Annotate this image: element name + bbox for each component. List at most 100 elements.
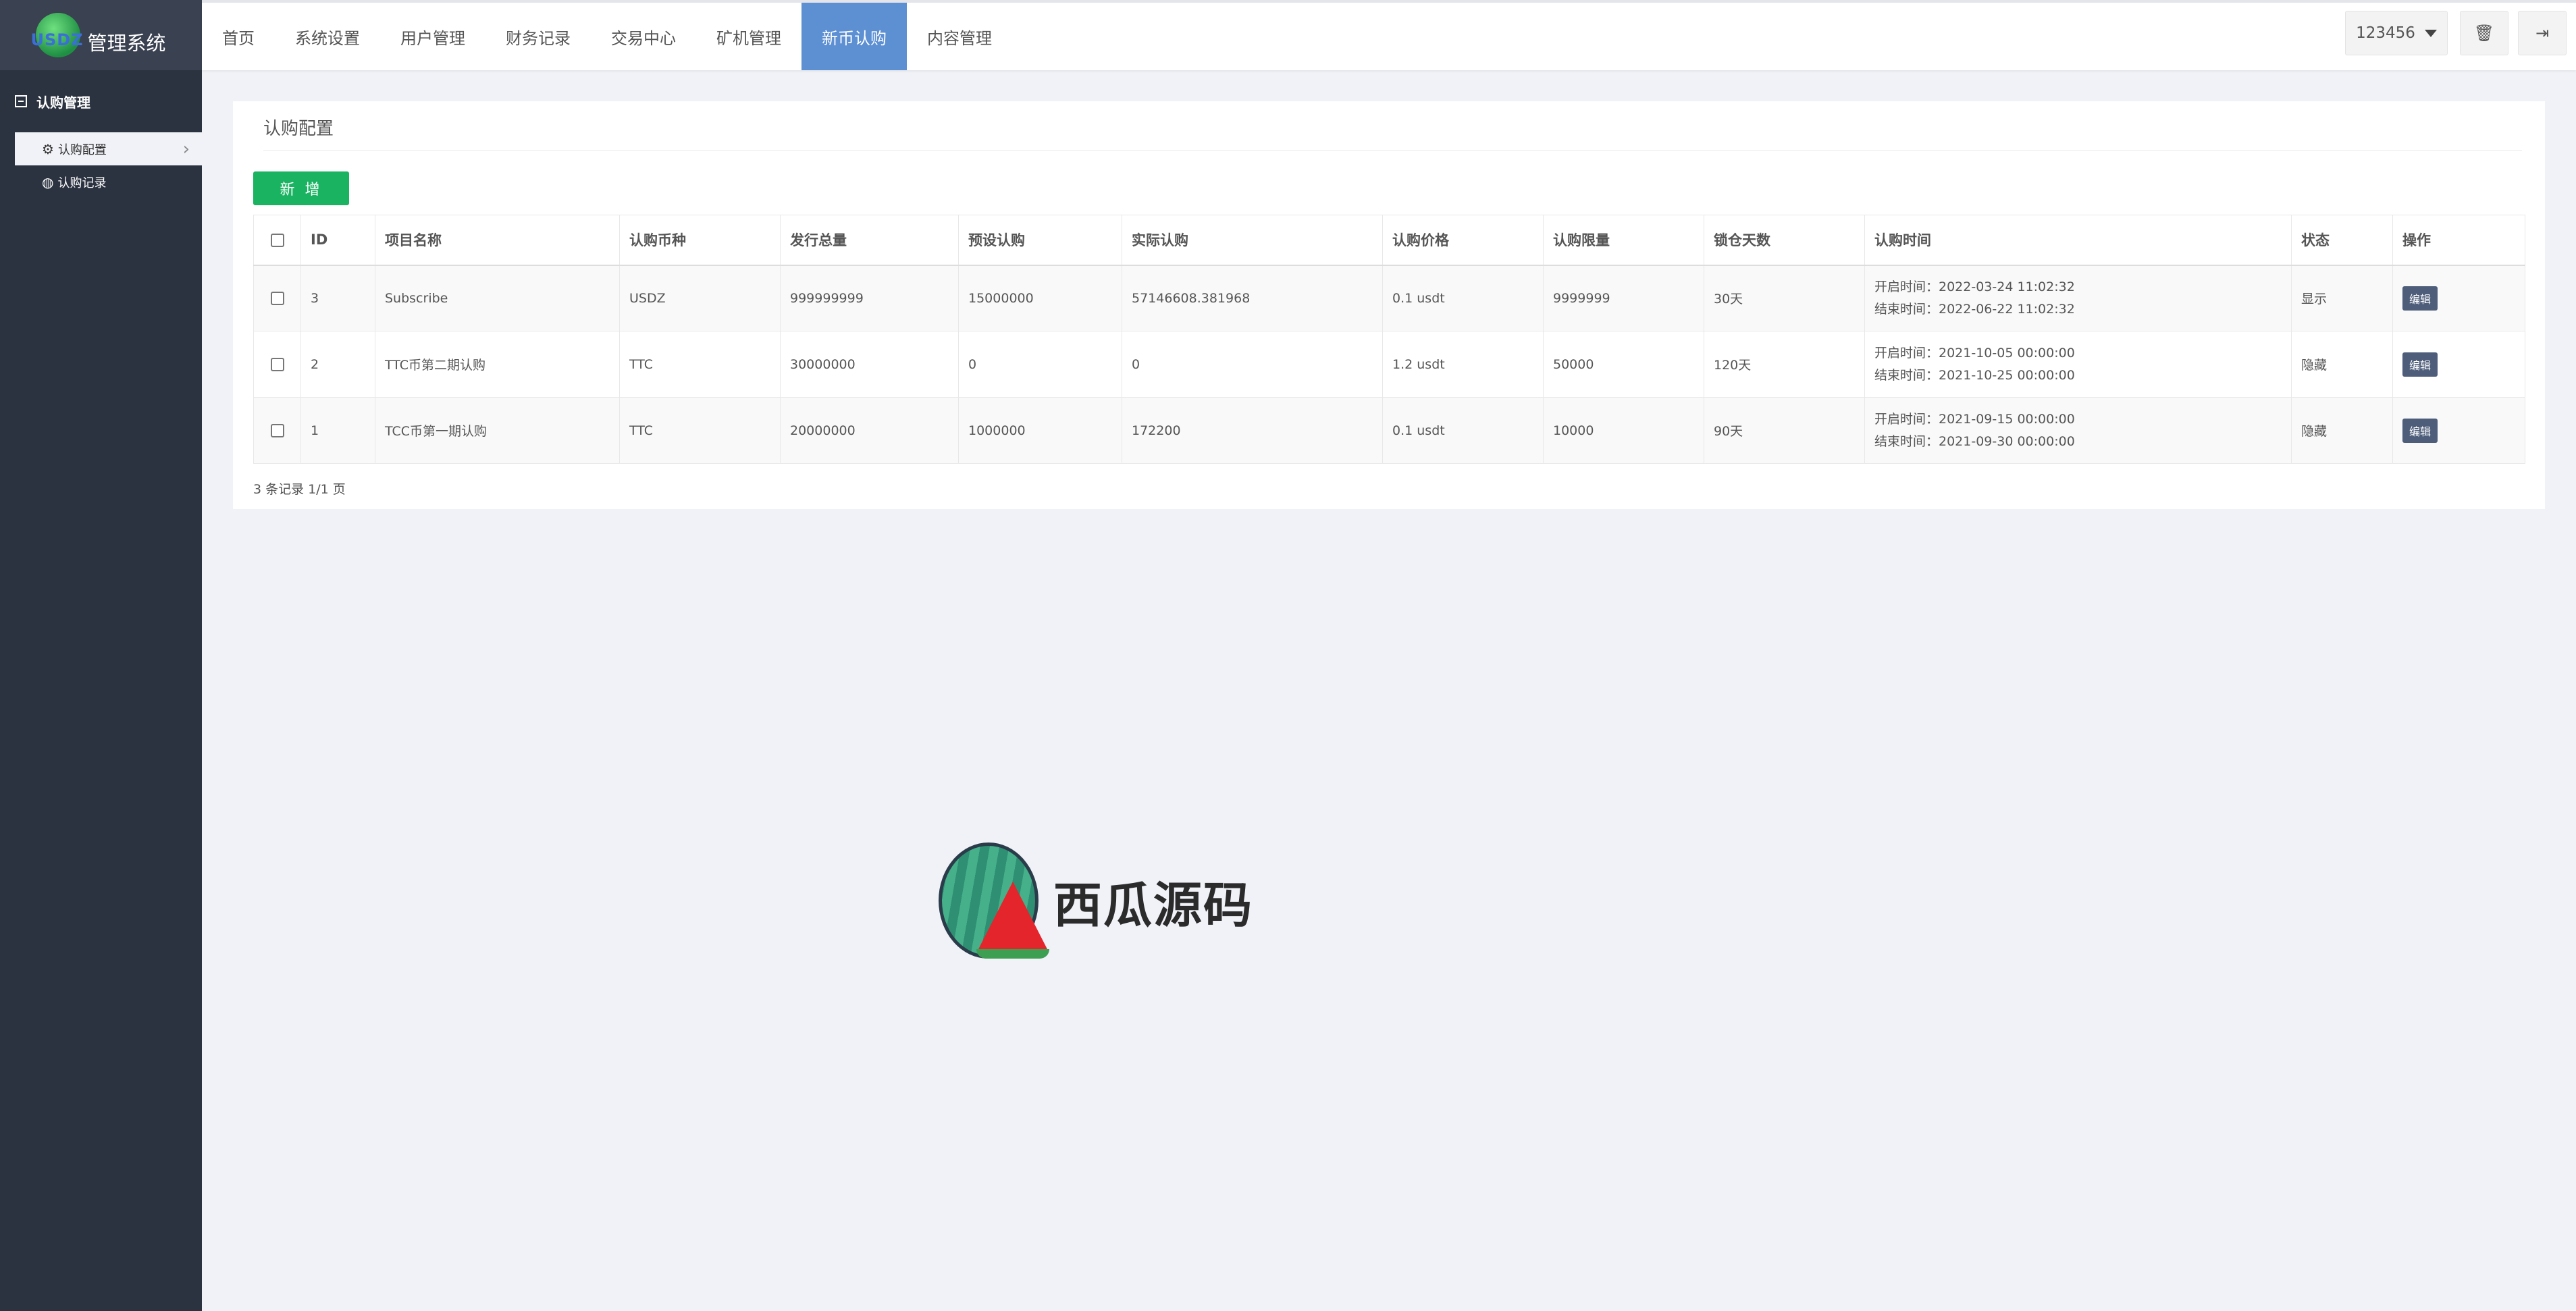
cell-name: TCC币第一期认购	[375, 397, 620, 464]
logo-globe-icon: USDZ	[30, 13, 83, 57]
pagination-info: 3 条记录 1/1 页	[253, 482, 346, 497]
main-panel: 认购配置 新 增 ID 项目名称 认购币种 发行总量 预设认购 实际认购 认购价…	[233, 101, 2545, 509]
column-header-status: 状态	[2291, 215, 2393, 266]
edit-button[interactable]: 编辑	[2402, 286, 2438, 311]
cell-status: 隐藏	[2291, 331, 2393, 398]
select-all-checkbox[interactable]	[270, 234, 284, 248]
globe-icon: ◍	[42, 173, 54, 190]
logout-icon: ⇥	[2535, 24, 2550, 43]
column-header-actual: 实际认购	[1122, 215, 1383, 266]
column-header-time: 认购时间	[1864, 215, 2292, 266]
nav-item-finance-records[interactable]: 财务记录	[485, 3, 591, 70]
cell-limit: 10000	[1543, 397, 1704, 464]
table-header-row: ID 项目名称 认购币种 发行总量 预设认购 实际认购 认购价格 认购限量 锁仓…	[253, 215, 2525, 266]
nav-item-content-management[interactable]: 内容管理	[907, 3, 1012, 70]
user-menu-button[interactable]: 123456	[2345, 11, 2448, 55]
cell-status: 隐藏	[2291, 397, 2393, 464]
cell-total: 999999999	[780, 265, 959, 331]
table-row: 3 Subscribe USDZ 999999999 15000000 5714…	[253, 265, 2525, 331]
sidebar-group-label: 认购管理	[36, 94, 90, 111]
sidebar: USDZ 管理系统 认购管理 ⚙ 认购配置 › ◍ 认购记录	[0, 0, 202, 1311]
sidebar-item-label: 认购记录	[57, 176, 107, 190]
cell-coin: USDZ	[619, 265, 781, 331]
caret-down-icon	[2424, 29, 2437, 37]
main-nav: 首页 系统设置 用户管理 财务记录 交易中心 矿机管理 新币认购 内容管理	[202, 3, 1012, 70]
cell-id: 2	[300, 331, 375, 398]
row-checkbox[interactable]	[270, 292, 284, 306]
cell-name: TTC币第二期认购	[375, 331, 620, 398]
sidebar-group-subscription[interactable]: 认购管理	[0, 70, 202, 132]
end-time: 结束时间：2021-10-25 00:00:00	[1874, 367, 2075, 383]
start-time: 开启时间：2021-10-05 00:00:00	[1874, 345, 2075, 360]
cell-lock-days: 30天	[1704, 265, 1865, 331]
cell-price: 1.2 usdt	[1382, 331, 1544, 398]
edit-button[interactable]: 编辑	[2402, 352, 2438, 377]
collapse-icon	[15, 95, 27, 107]
cell-total: 30000000	[780, 331, 959, 398]
sidebar-item-label: 认购配置	[57, 142, 107, 157]
cell-actual: 57146608.381968	[1122, 265, 1383, 331]
sidebar-item-subscription-records[interactable]: ◍ 认购记录	[15, 165, 202, 198]
row-checkbox-cell	[253, 331, 301, 398]
column-header-total: 发行总量	[780, 215, 959, 266]
cell-actions: 编辑	[2392, 397, 2525, 464]
cell-coin: TTC	[619, 397, 781, 464]
logo: USDZ 管理系统	[0, 0, 202, 70]
watermark: 西瓜源码	[930, 842, 1253, 959]
cell-actions: 编辑	[2392, 265, 2525, 331]
edit-button[interactable]: 编辑	[2402, 418, 2438, 443]
column-header-id: ID	[300, 215, 375, 266]
nav-item-trading-center[interactable]: 交易中心	[591, 3, 696, 70]
watermark-text: 西瓜源码	[1053, 876, 1254, 934]
cell-lock-days: 90天	[1704, 397, 1865, 464]
gear-icon: ⚙	[42, 140, 54, 157]
clear-cache-button[interactable]: 🗑	[2460, 11, 2508, 55]
cell-total: 20000000	[780, 397, 959, 464]
cell-time: 开启时间：2021-09-15 00:00:00 结束时间：2021-09-30…	[1864, 397, 2292, 464]
column-header-actions: 操作	[2392, 215, 2525, 266]
row-checkbox-cell	[253, 265, 301, 331]
cell-lock-days: 120天	[1704, 331, 1865, 398]
column-header-lock-days: 锁仓天数	[1704, 215, 1865, 266]
nav-item-miner-management[interactable]: 矿机管理	[696, 3, 801, 70]
cell-preset: 1000000	[958, 397, 1122, 464]
cell-status: 显示	[2291, 265, 2393, 331]
add-button[interactable]: 新 增	[253, 171, 349, 205]
top-bar: 首页 系统设置 用户管理 财务记录 交易中心 矿机管理 新币认购 内容管理	[202, 0, 2576, 70]
table-row: 1 TCC币第一期认购 TTC 20000000 1000000 172200 …	[253, 397, 2525, 464]
logo-mark: USDZ	[30, 30, 84, 49]
start-time: 开启时间：2021-09-15 00:00:00	[1874, 411, 2075, 427]
chevron-right-icon: ›	[182, 138, 190, 159]
table-row: 2 TTC币第二期认购 TTC 30000000 0 0 1.2 usdt 50…	[253, 331, 2525, 398]
subscription-table: ID 项目名称 认购币种 发行总量 预设认购 实际认购 认购价格 认购限量 锁仓…	[253, 215, 2525, 464]
column-header-preset: 预设认购	[958, 215, 1122, 266]
page-title: 认购配置	[263, 119, 334, 139]
cell-actual: 0	[1122, 331, 1383, 398]
divider	[263, 150, 2522, 151]
nav-item-new-coin-subscription[interactable]: 新币认购	[801, 3, 907, 70]
watermelon-slice	[978, 882, 1048, 951]
watermelon-rind	[976, 949, 1049, 959]
logo-text: 管理系统	[87, 32, 166, 55]
nav-item-home[interactable]: 首页	[202, 3, 275, 70]
cell-limit: 9999999	[1543, 265, 1704, 331]
cell-preset: 0	[958, 331, 1122, 398]
cell-name: Subscribe	[375, 265, 620, 331]
cell-actions: 编辑	[2392, 331, 2525, 398]
logout-button[interactable]: ⇥	[2518, 11, 2567, 55]
cell-id: 3	[300, 265, 375, 331]
column-header-coin: 认购币种	[619, 215, 781, 266]
column-header-price: 认购价格	[1382, 215, 1544, 266]
cell-time: 开启时间：2021-10-05 00:00:00 结束时间：2021-10-25…	[1864, 331, 2292, 398]
column-header-limit: 认购限量	[1543, 215, 1704, 266]
row-checkbox[interactable]	[270, 424, 284, 437]
end-time: 结束时间：2021-09-30 00:00:00	[1874, 433, 2075, 449]
username: 123456	[2356, 24, 2415, 42]
column-header-name: 项目名称	[375, 215, 620, 266]
nav-item-user-management[interactable]: 用户管理	[380, 3, 485, 70]
nav-item-system-settings[interactable]: 系统设置	[275, 3, 380, 70]
cell-limit: 50000	[1543, 331, 1704, 398]
sidebar-item-subscription-config[interactable]: ⚙ 认购配置 ›	[15, 132, 202, 165]
row-checkbox[interactable]	[270, 358, 284, 371]
cell-id: 1	[300, 397, 375, 464]
